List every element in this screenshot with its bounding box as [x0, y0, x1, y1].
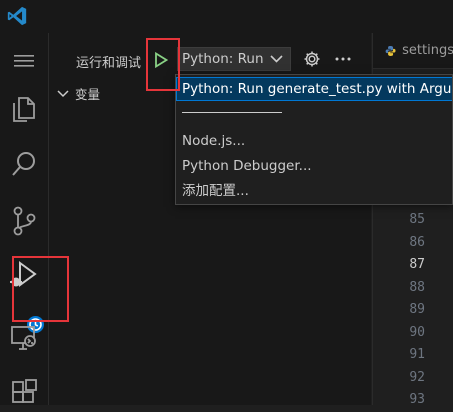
extensions-icon[interactable] [9, 378, 39, 408]
vscode-logo-icon [7, 6, 27, 26]
menu-item-python-run-generate-test[interactable]: Python: Run generate_test.py with Argume… [176, 77, 452, 101]
launch-config-menu: Python: Run generate_test.py with Argume… [175, 74, 453, 205]
line-number: 85 [409, 212, 425, 227]
python-file-icon [385, 45, 396, 56]
menu-item-add-configuration[interactable]: 添加配置... [176, 179, 452, 203]
line-number: 89 [409, 302, 425, 317]
menu-item-python-debugger[interactable]: Python Debugger... [176, 154, 452, 178]
tab-label: settings [402, 43, 453, 58]
line-number: 92 [409, 369, 425, 385]
chevron-down-icon [269, 55, 283, 63]
run-debug-title: 运行和调试 [76, 56, 142, 71]
variables-label: 变量 [75, 87, 101, 102]
line-number: 88 [409, 279, 425, 295]
launch-config-value: Python: Run [182, 51, 264, 67]
line-number: 93 [409, 392, 425, 407]
chevron-down-icon [57, 89, 69, 97]
menu-icon[interactable] [9, 46, 39, 76]
menu-separator [182, 112, 282, 113]
more-actions-icon[interactable] [333, 50, 353, 68]
search-icon[interactable] [9, 149, 39, 179]
gear-icon[interactable] [303, 50, 321, 68]
line-number: 87 [409, 257, 425, 272]
title-bar [0, 0, 453, 33]
highlight-box-run-debug [12, 256, 69, 322]
line-number: 86 [409, 234, 425, 250]
launch-config-dropdown[interactable]: Python: Run [177, 47, 291, 71]
explorer-icon[interactable] [9, 93, 39, 123]
highlight-box-play [146, 38, 180, 91]
line-number-gutter: 85 86 87 88 89 90 91 92 93 [373, 209, 425, 412]
menu-item-nodejs[interactable]: Node.js... [176, 129, 452, 153]
line-number: 91 [409, 347, 425, 362]
activity-bar [0, 33, 49, 405]
line-number: 90 [409, 324, 425, 340]
variables-section-header[interactable]: 变量 [57, 84, 100, 103]
source-control-icon[interactable] [9, 206, 39, 236]
editor-tab[interactable]: settings [373, 33, 453, 69]
run-debug-header: 运行和调试 Python: Run [49, 33, 371, 77]
remote-explorer-icon[interactable] [9, 323, 39, 353]
